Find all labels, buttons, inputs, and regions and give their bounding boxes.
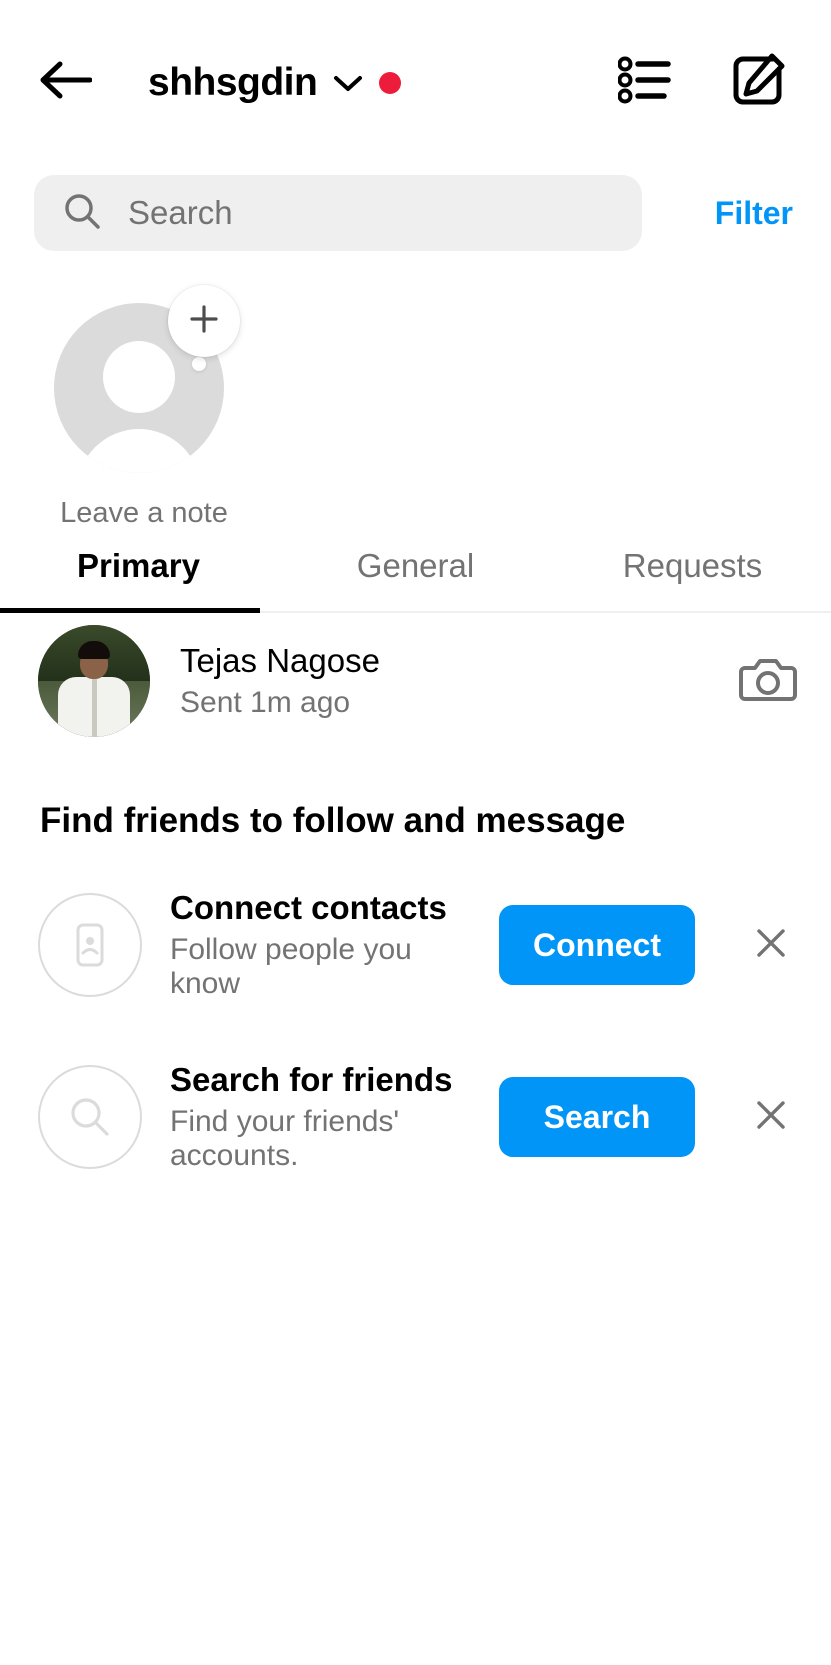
avatar[interactable] — [38, 625, 150, 737]
tab-general-label: General — [356, 547, 475, 584]
dismiss-connect-contacts-button[interactable] — [745, 919, 797, 971]
camera-button[interactable] — [739, 654, 797, 709]
avatar-head-shape — [103, 341, 175, 413]
threads-list-icon — [617, 55, 674, 110]
suggestion-row-connect-contacts: Connect contacts Follow people you know … — [0, 877, 831, 1013]
leave-a-note-item[interactable]: Leave a note — [54, 285, 240, 530]
avatar-person-placket — [92, 679, 97, 737]
search-input[interactable]: Search — [34, 175, 642, 251]
add-note-bubble[interactable] — [168, 285, 240, 357]
back-button[interactable] — [34, 52, 96, 114]
active-tab-underline — [0, 608, 260, 613]
unread-indicator-dot — [379, 71, 402, 94]
suggestion-title: Search for friends — [170, 1061, 453, 1098]
compose-message-icon — [729, 51, 787, 114]
tab-general[interactable]: General — [277, 520, 554, 612]
thread-status-text: Sent 1m ago — [180, 686, 351, 719]
search-friends-button[interactable]: Search — [499, 1077, 695, 1157]
dismiss-search-friends-button[interactable] — [745, 1091, 797, 1143]
page-title: shhsgdin — [148, 60, 318, 104]
tab-requests-label: Requests — [622, 547, 763, 584]
back-arrow-icon — [38, 60, 93, 105]
close-icon — [752, 924, 790, 967]
suggestion-subtitle: Follow people you know — [170, 933, 412, 1000]
list-item[interactable]: Tejas Nagose Sent 1m ago — [0, 613, 831, 749]
filter-button[interactable]: Filter — [691, 195, 797, 232]
empty-space — [0, 1185, 831, 1585]
note-avatar-wrap — [54, 285, 240, 473]
note-bubble-tail — [192, 357, 206, 371]
camera-icon — [739, 654, 797, 709]
suggestion-row-search-friends: Search for friends Find your friends' ac… — [0, 1049, 831, 1185]
search-icon — [62, 191, 102, 236]
header-actions — [607, 44, 797, 122]
tab-requests[interactable]: Requests — [554, 520, 831, 612]
suggestion-text-connect-contacts: Connect contacts Follow people you know — [170, 889, 471, 1001]
tab-primary-label: Primary — [77, 547, 200, 584]
search-row: Search Filter — [0, 165, 831, 261]
notes-tray: Leave a note — [0, 261, 831, 529]
threads-list-button[interactable] — [607, 44, 685, 122]
connect-button[interactable]: Connect — [499, 905, 695, 985]
search-placeholder-text: Search — [128, 194, 233, 231]
contact-card-icon — [38, 893, 142, 997]
avatar-person-hair — [78, 641, 110, 659]
inbox-tabs: Primary General Requests — [0, 521, 831, 613]
suggestion-title: Connect contacts — [170, 889, 447, 926]
compose-message-button[interactable] — [719, 44, 797, 122]
tab-primary[interactable]: Primary — [0, 520, 277, 612]
suggestion-text-search-friends: Search for friends Find your friends' ac… — [170, 1061, 471, 1173]
close-icon — [752, 1096, 790, 1139]
thread-text: Tejas Nagose Sent 1m ago — [180, 642, 380, 720]
plus-icon — [186, 301, 222, 342]
header-bar: shhsgdin — [0, 0, 831, 165]
account-switcher[interactable]: shhsgdin — [148, 60, 402, 105]
suggestion-subtitle: Find your friends' accounts. — [170, 1105, 400, 1172]
search-circle-icon — [38, 1065, 142, 1169]
instagram-direct-messages-screen: shhsgdin Search Filter Leave a note Prim… — [0, 0, 831, 1665]
conversation-list: Tejas Nagose Sent 1m ago — [0, 613, 831, 749]
avatar-body-shape — [77, 429, 201, 473]
thread-contact-name: Tejas Nagose — [180, 642, 380, 679]
chevron-down-icon[interactable] — [333, 73, 363, 93]
find-friends-heading: Find friends to follow and message — [40, 801, 626, 840]
